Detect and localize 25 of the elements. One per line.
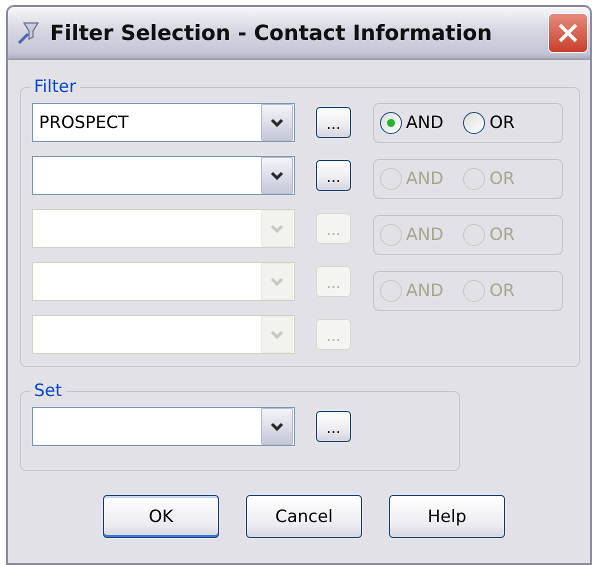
chevron-down-icon [270,170,284,180]
group-label: Filter [33,77,78,97]
browse-button[interactable]: ... [316,411,351,442]
radio-button[interactable] [463,112,486,134]
chevron-down-icon [270,224,284,234]
close-icon [557,22,579,44]
chevron-down-icon [270,422,284,432]
dropdown[interactable] [32,156,295,195]
chevron-down-icon [270,118,284,128]
dialog-button[interactable]: OK [103,495,219,538]
dropdown[interactable]: PROSPECT [32,103,295,142]
radio-option[interactable]: AND [380,112,444,134]
radio-option[interactable]: OR [463,112,515,134]
funnel-icon [16,20,42,46]
group-label: Set [33,381,63,401]
dialog-button[interactable]: Cancel [246,495,362,538]
window-title: Filter Selection - Contact Information [50,21,494,45]
chevron-down-icon [270,276,284,286]
dropdown[interactable] [32,407,295,446]
chevron-down-icon [270,330,284,340]
dialog-button[interactable]: Help [389,495,505,538]
close-button[interactable] [548,13,588,53]
browse-button[interactable]: ... [316,107,351,138]
browse-button[interactable]: ... [316,160,351,191]
radio-button[interactable] [380,112,402,134]
